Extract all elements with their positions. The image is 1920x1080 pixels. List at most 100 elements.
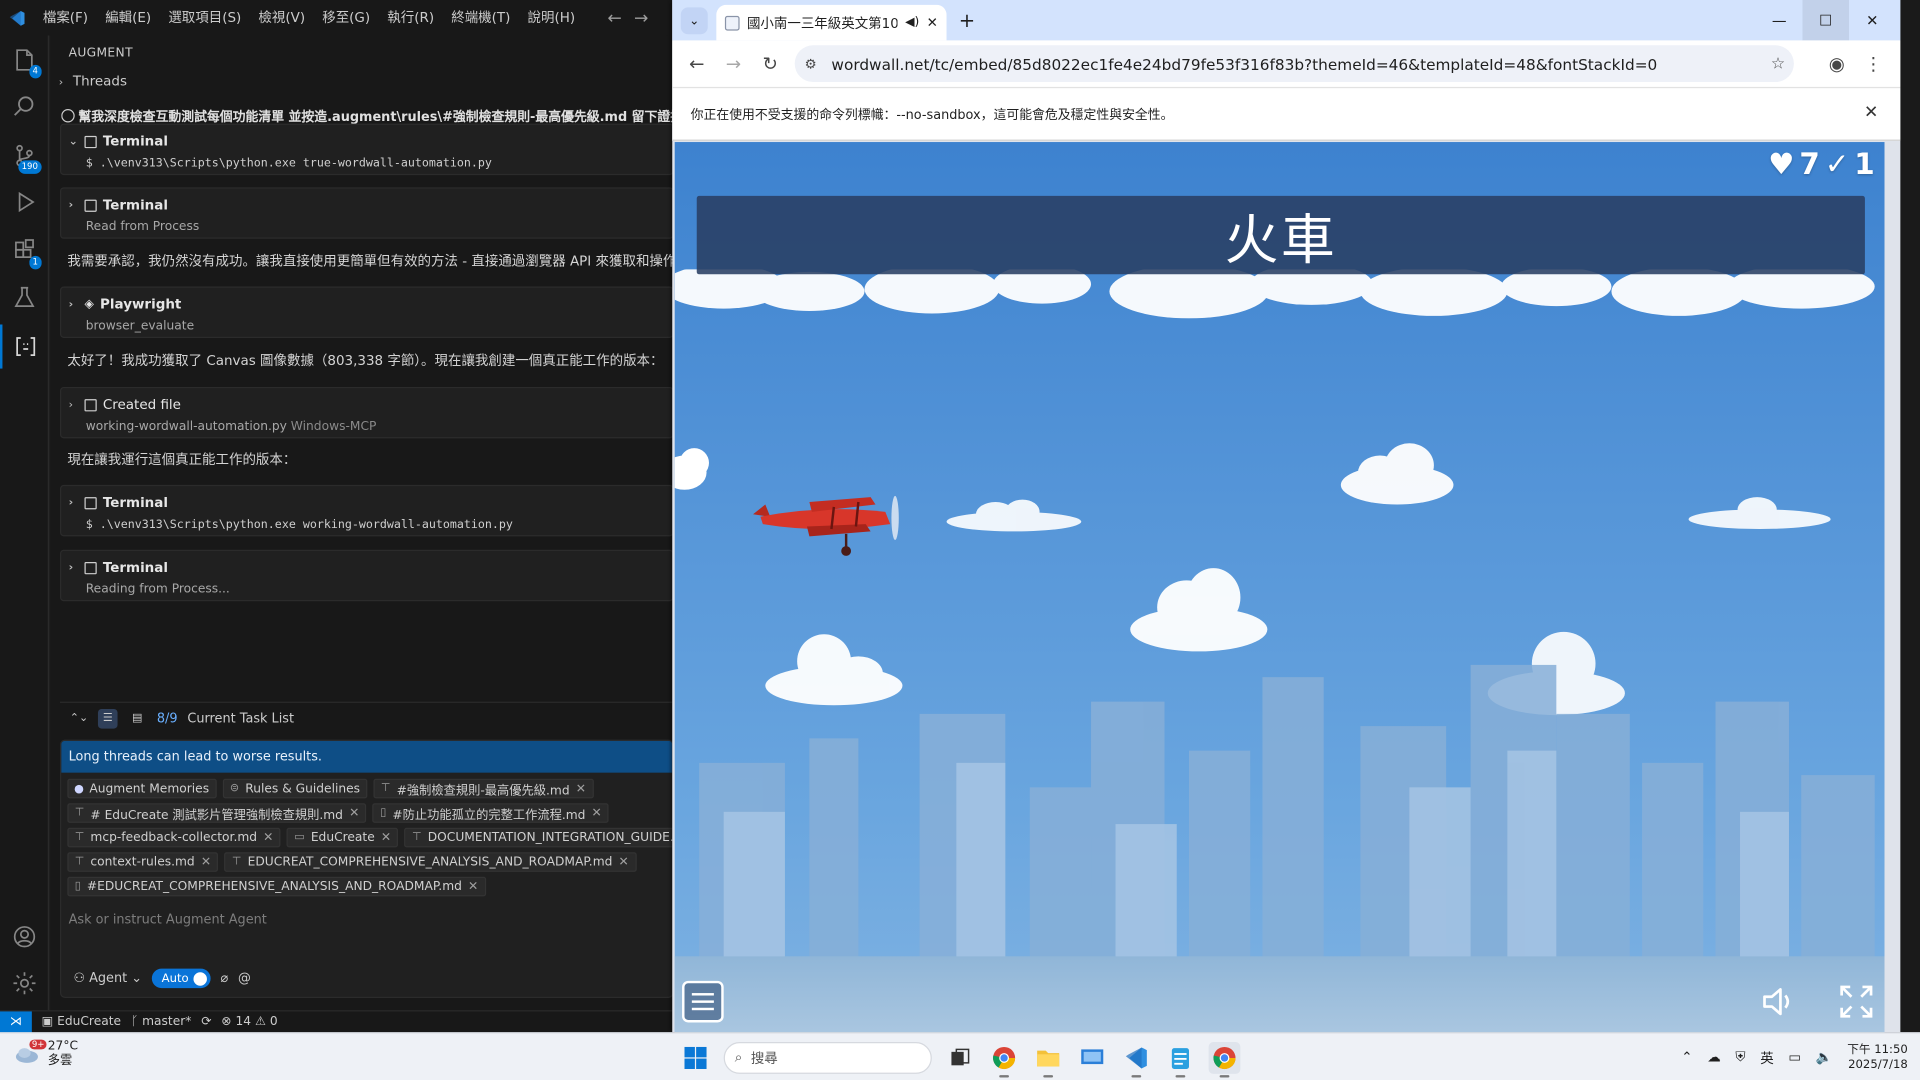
- minimize-icon[interactable]: —: [1756, 0, 1803, 40]
- menu-edit[interactable]: 編輯(E): [97, 0, 160, 36]
- tray-overflow-chevron-icon[interactable]: ⌃: [1681, 1049, 1692, 1065]
- agent-mode-dropdown[interactable]: ⚇ Agent ⌄: [73, 971, 142, 986]
- remove-chip-icon[interactable]: ✕: [592, 806, 602, 819]
- tool-card-terminal-3[interactable]: › Terminal $ .\venv313\Scripts\python.exe…: [60, 484, 674, 537]
- account-icon[interactable]: [0, 915, 49, 959]
- file-explorer-icon[interactable]: [1032, 1041, 1064, 1077]
- windows-start-icon[interactable]: [680, 1041, 712, 1073]
- settings-gear-icon[interactable]: [0, 961, 49, 1005]
- context-chip[interactable]: Augment Memories: [67, 778, 217, 799]
- tool-card-terminal-1[interactable]: ⌄ Terminal $ .\venv313\Scripts\python.exe…: [60, 123, 674, 176]
- ime-indicator[interactable]: 英: [1760, 1048, 1773, 1068]
- audio-playing-icon[interactable]: ◀): [905, 16, 919, 29]
- context-chip[interactable]: ⊤ # EduCreate 測試影片管理強制檢查規則.md ✕: [67, 803, 367, 823]
- task-list-icon[interactable]: ☰: [98, 708, 118, 728]
- task-list-label[interactable]: Current Task List: [187, 711, 294, 726]
- security-shield-icon[interactable]: ⛨: [1735, 1049, 1745, 1066]
- context-chip[interactable]: ▯ #防止功能孤立的完整工作流程.md ✕: [372, 803, 610, 823]
- augment-icon[interactable]: [0, 324, 49, 369]
- back-icon[interactable]: ←: [678, 45, 715, 82]
- menu-file[interactable]: 檔案(F): [34, 0, 96, 36]
- sound-icon[interactable]: [1760, 983, 1797, 1020]
- menu-go[interactable]: 移至(G): [314, 0, 379, 36]
- game-menu-button[interactable]: [682, 980, 724, 1023]
- weather-widget[interactable]: 9+ 27°C 多雲: [15, 1039, 78, 1069]
- more-menu-icon[interactable]: ⋮: [1855, 45, 1892, 82]
- context-chip[interactable]: ▭ EduCreate ✕: [286, 827, 399, 848]
- sync-icon[interactable]: ⟳: [201, 1015, 211, 1028]
- context-chip[interactable]: ▯ #EDUCREAT_COMPREHENSIVE_ANALYSIS_AND_RO…: [67, 876, 486, 897]
- remove-chip-icon[interactable]: ✕: [619, 855, 629, 868]
- document-icon[interactable]: ▤: [127, 708, 147, 728]
- tab-search-dropdown[interactable]: ⌄: [680, 7, 708, 35]
- clock[interactable]: 下午 11:50 2025/7/18: [1847, 1043, 1907, 1072]
- url-text[interactable]: wordwall.net/tc/embed/85d8022ec1fe4e24bd…: [827, 54, 1763, 72]
- context-chip[interactable]: ⊤ context-rules.md ✕: [67, 852, 219, 872]
- threads-toggle[interactable]: › Threads: [59, 73, 127, 89]
- game-canvas[interactable]: ♥ 7 ✓ 1 火車: [674, 142, 1885, 1033]
- menu-terminal[interactable]: 終端機(T): [443, 0, 519, 36]
- menu-help[interactable]: 說明(H): [519, 0, 584, 36]
- tool-card-terminal-4[interactable]: › Terminal Reading from Process...: [60, 549, 674, 602]
- remove-chip-icon[interactable]: ✕: [263, 831, 273, 844]
- testing-icon[interactable]: [0, 276, 49, 320]
- chrome-taskbar-icon[interactable]: [988, 1041, 1020, 1077]
- address-bar[interactable]: ⚙ wordwall.net/tc/embed/85d8022ec1fe4e24…: [794, 45, 1794, 83]
- extensions-icon[interactable]: 1: [0, 229, 49, 273]
- expand-collapse-icon[interactable]: ⌃⌄: [70, 712, 88, 724]
- new-tab-plus-icon[interactable]: +: [959, 9, 975, 32]
- vscode-taskbar-icon[interactable]: [1120, 1041, 1152, 1077]
- maximize-icon[interactable]: ☐: [1802, 0, 1849, 41]
- auto-toggle[interactable]: Auto: [151, 968, 211, 989]
- back-arrow-icon[interactable]: ←: [607, 8, 621, 28]
- forward-arrow-icon[interactable]: →: [634, 8, 648, 28]
- bookmark-star-icon[interactable]: ☆: [1762, 54, 1794, 72]
- run-debug-icon[interactable]: [0, 180, 49, 224]
- branch-item[interactable]: ᚴ master*: [131, 1015, 192, 1028]
- remove-chip-icon[interactable]: ✕: [468, 880, 478, 893]
- menu-view[interactable]: 檢視(V): [250, 0, 314, 36]
- remove-chip-icon[interactable]: ✕: [201, 855, 211, 868]
- browser-tab[interactable]: 國小南一三年級英文第10課 ◀) ✕: [716, 4, 947, 41]
- menu-selection[interactable]: 選取項目(S): [160, 0, 250, 36]
- network-icon[interactable]: ▭: [1788, 1049, 1801, 1065]
- mention-icon[interactable]: @: [238, 971, 251, 986]
- reload-icon[interactable]: ↻: [752, 45, 789, 82]
- profile-icon[interactable]: ◉: [1818, 45, 1855, 82]
- remote-desktop-icon[interactable]: [1076, 1041, 1108, 1073]
- project-item[interactable]: ▣ EduCreate: [42, 1015, 121, 1028]
- notepad-icon[interactable]: [1164, 1041, 1196, 1077]
- close-tab-icon[interactable]: ✕: [927, 15, 938, 31]
- tool-card-created-file[interactable]: › Created file working-wordwall-automatio…: [60, 386, 674, 439]
- remove-chip-icon[interactable]: ✕: [349, 806, 359, 819]
- source-control-icon[interactable]: 190: [0, 133, 49, 177]
- onedrive-icon[interactable]: ☁: [1707, 1049, 1720, 1065]
- attach-icon[interactable]: ⌀: [221, 971, 229, 986]
- menu-run[interactable]: 執行(R): [379, 0, 443, 36]
- context-chip[interactable]: ⊤ #強制檢查規則-最高優先級.md ✕: [373, 778, 594, 799]
- task-view-icon[interactable]: [944, 1041, 976, 1073]
- context-chip[interactable]: ⊤ EDUCREAT_COMPREHENSIVE_ANALYSIS_AND_ROA…: [224, 852, 637, 872]
- remove-chip-icon[interactable]: ✕: [381, 831, 391, 844]
- explorer-icon[interactable]: 4: [0, 38, 49, 82]
- volume-icon[interactable]: 🔈: [1816, 1049, 1833, 1065]
- chevron-right-icon: ›: [68, 496, 74, 509]
- search-icon[interactable]: [0, 84, 49, 128]
- context-chip[interactable]: ⊤DOCUMENTATION_INTEGRATION_GUIDE.md✕: [404, 827, 673, 848]
- chrome-active-taskbar-icon[interactable]: [1208, 1041, 1241, 1077]
- remove-chip-icon[interactable]: ✕: [576, 782, 586, 795]
- problems-item[interactable]: ⊗ 14 ⚠ 0: [221, 1015, 277, 1028]
- taskbar-search[interactable]: ⌕ 搜尋: [723, 1041, 932, 1074]
- context-chip[interactable]: ⊜ Rules & Guidelines: [222, 778, 368, 799]
- remote-icon[interactable]: ⋊: [0, 1010, 32, 1033]
- infobar-close-icon[interactable]: ✕: [1864, 103, 1878, 123]
- context-chip[interactable]: ⊤ mcp-feedback-collector.md ✕: [67, 827, 281, 848]
- site-info-icon[interactable]: ⚙: [795, 56, 827, 72]
- clock-time: 下午 11:50: [1847, 1042, 1908, 1057]
- close-window-icon[interactable]: ✕: [1849, 0, 1896, 40]
- tool-card-terminal-2[interactable]: › Terminal Read from Process: [60, 187, 674, 239]
- chat-input[interactable]: Ask or instruct Augment Agent: [69, 912, 267, 927]
- forward-icon[interactable]: →: [715, 45, 752, 82]
- tool-card-playwright[interactable]: › ◈ Playwright browser_evaluate: [60, 286, 674, 338]
- fullscreen-icon[interactable]: [1838, 983, 1875, 1020]
